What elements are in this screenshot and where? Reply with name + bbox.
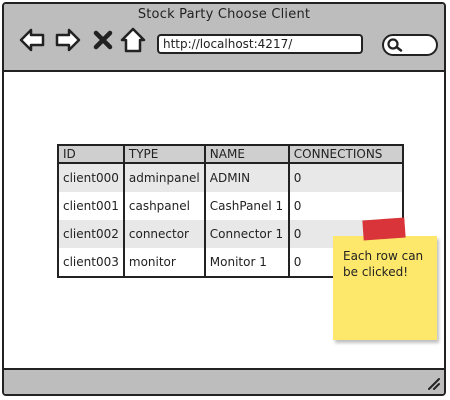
status-bar: [4, 368, 444, 394]
cell-name: Connector 1: [204, 220, 290, 248]
cell-id: client003: [58, 248, 125, 277]
table-row[interactable]: client001 cashpanel CashPanel 1 0: [58, 192, 403, 220]
table-row[interactable]: client000 adminpanel ADMIN 0: [58, 163, 403, 192]
search-input[interactable]: [382, 34, 438, 56]
cell-id: client001: [58, 192, 125, 220]
column-header-name: NAME: [204, 145, 290, 164]
column-header-connections: CONNECTIONS: [288, 145, 403, 164]
cell-connections: 0: [288, 163, 403, 192]
sticky-note: Each row can be clicked!: [333, 236, 437, 340]
sticky-note-tape: [362, 217, 406, 241]
cell-type: connector: [123, 220, 206, 248]
browser-window: Stock Party Choose Client http://localho…: [2, 2, 446, 396]
column-header-id: ID: [58, 145, 125, 164]
window-title: Stock Party Choose Client: [137, 7, 311, 22]
cell-id: client000: [58, 163, 125, 192]
address-bar[interactable]: http://localhost:4217/: [157, 34, 363, 54]
page-content: ID TYPE NAME CONNECTIONS client000 admin…: [4, 72, 444, 368]
cell-type: adminpanel: [123, 163, 206, 192]
forward-arrow-icon[interactable]: [54, 26, 82, 54]
cell-name: CashPanel 1: [204, 192, 290, 220]
column-header-type: TYPE: [123, 145, 206, 164]
resize-grip-icon[interactable]: [426, 376, 440, 390]
stop-icon[interactable]: [92, 26, 114, 54]
cell-connections: 0: [288, 192, 403, 220]
cell-name: Monitor 1: [204, 248, 290, 277]
cell-type: monitor: [123, 248, 206, 277]
cell-name: ADMIN: [204, 163, 290, 192]
home-icon[interactable]: [120, 26, 146, 54]
cell-type: cashpanel: [123, 192, 206, 220]
back-arrow-icon[interactable]: [18, 26, 46, 54]
table-header-row: ID TYPE NAME CONNECTIONS: [58, 145, 403, 164]
cell-id: client002: [58, 220, 125, 248]
search-icon: [387, 38, 403, 52]
title-bar: Stock Party Choose Client http://localho…: [4, 4, 444, 72]
